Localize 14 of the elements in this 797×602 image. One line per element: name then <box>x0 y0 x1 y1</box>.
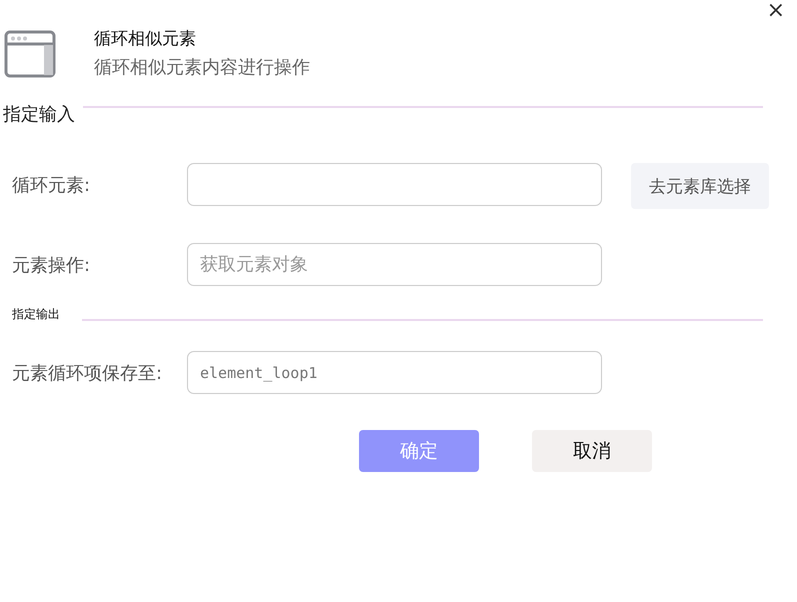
dialog-title: 循环相似元素 <box>94 28 197 50</box>
section-title: 指定输入 <box>3 103 75 126</box>
dialog-subtitle: 循环相似元素内容进行操作 <box>94 56 310 80</box>
close-button[interactable]: × <box>762 0 789 22</box>
window-icon <box>4 30 56 78</box>
input-field[interactable] <box>187 163 602 206</box>
field-label: 元素操作: <box>12 254 92 276</box>
field-label: 循环元素: <box>12 174 92 196</box>
input-field[interactable]: 获取元素对象 <box>187 243 602 286</box>
field-label: 元素循环项保存至: <box>12 362 164 384</box>
cancel-button[interactable]: 取消 <box>532 430 652 472</box>
input-field[interactable]: element_loop1 <box>187 351 602 394</box>
section-title: 指定输出 <box>12 306 60 323</box>
library-button[interactable]: 去元素库选择 <box>631 163 769 209</box>
